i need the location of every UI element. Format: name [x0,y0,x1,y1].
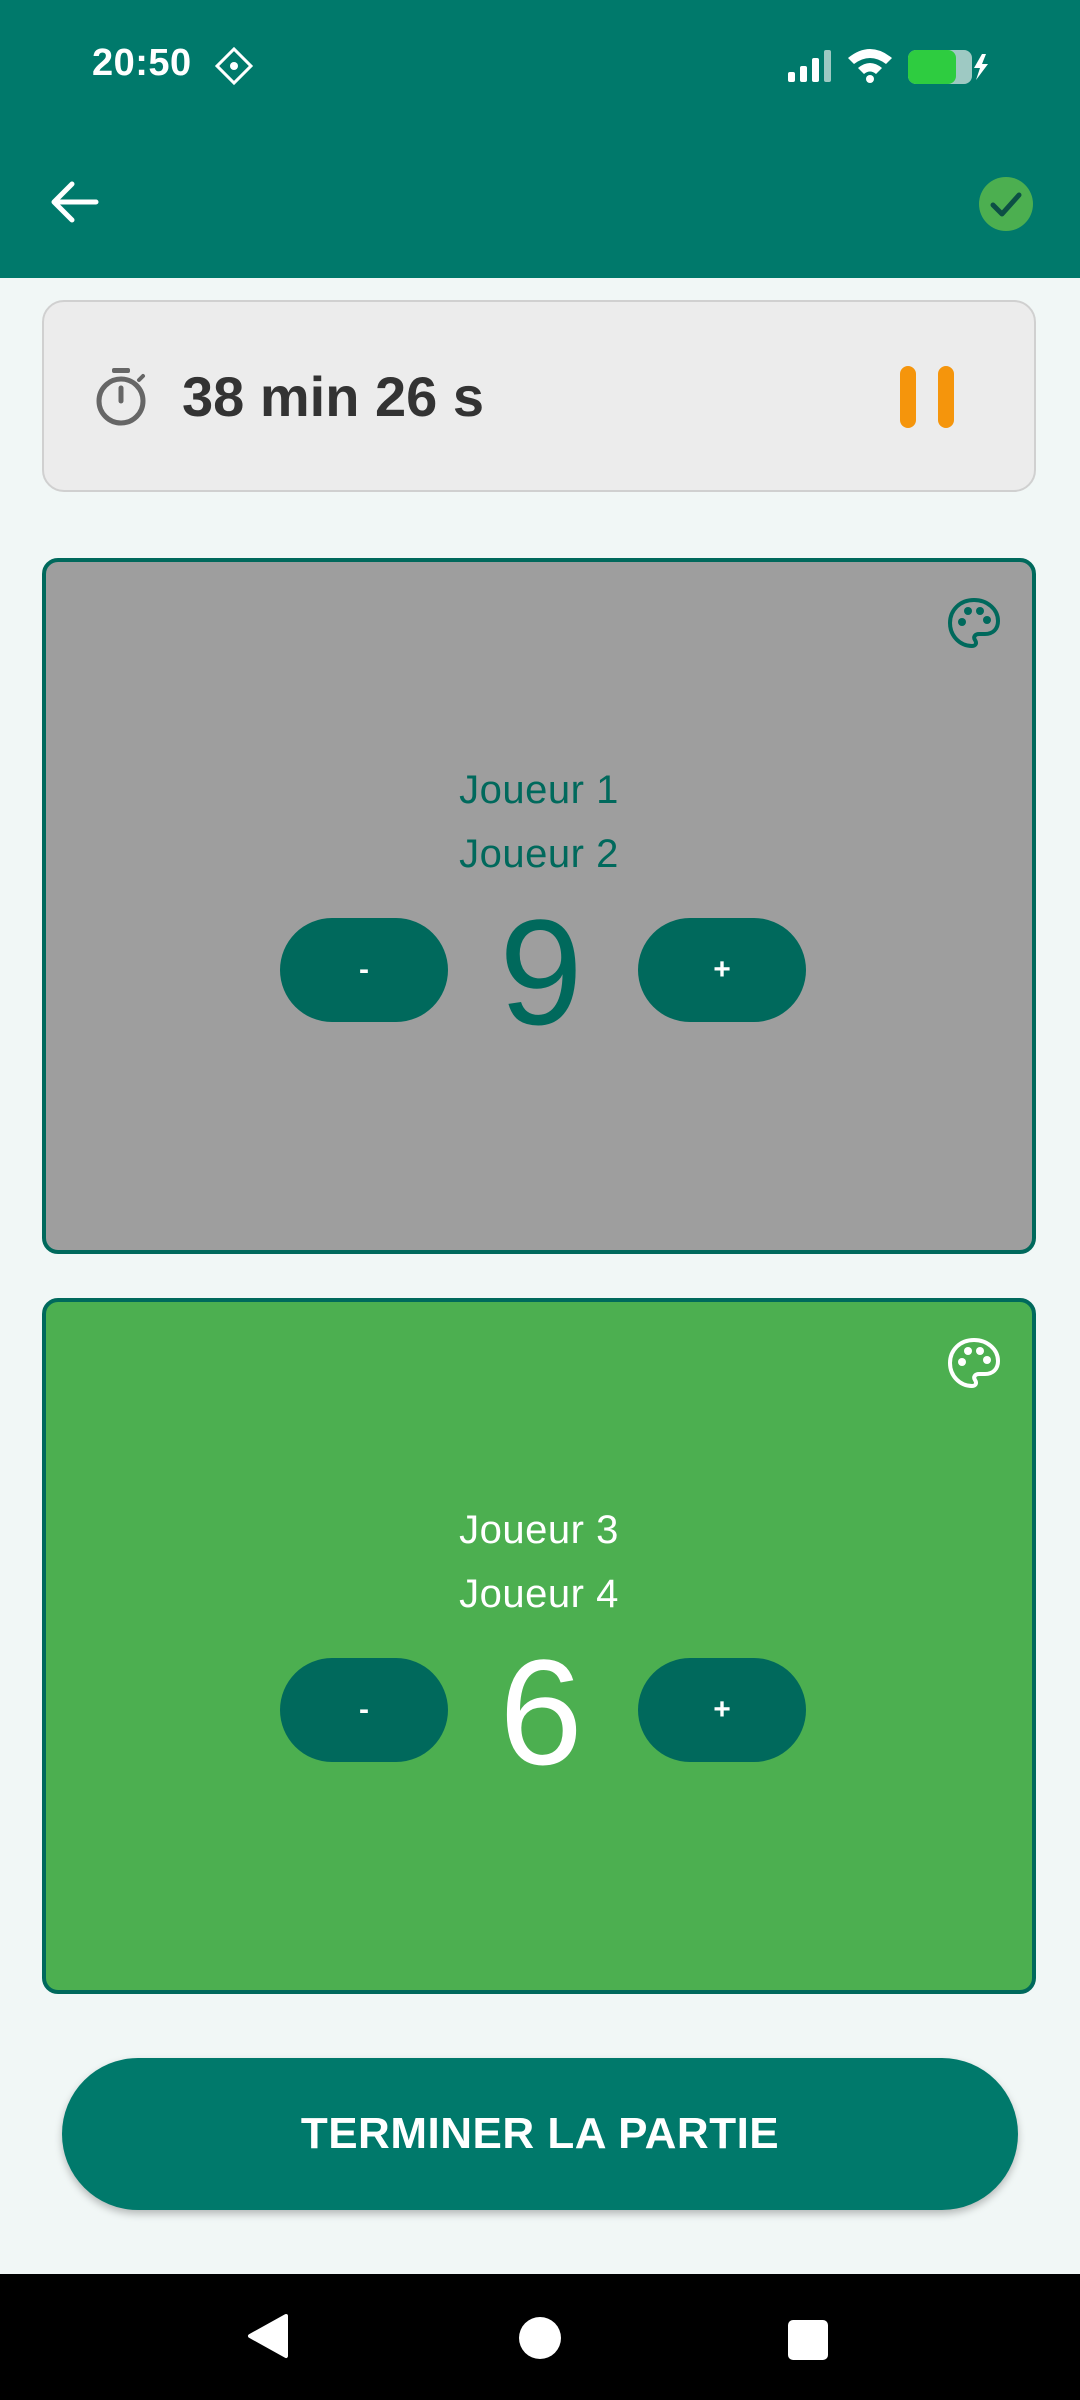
team-1-plus-button[interactable]: + [638,918,806,1022]
system-nav-bar [0,2274,1080,2400]
nav-recents-icon[interactable] [788,2320,828,2360]
timer-elapsed: 38 min 26 s [182,365,484,428]
team-2-player-2: Joueur 4 [459,1572,619,1616]
arrow-back-icon[interactable] [42,170,106,234]
pause-icon-bar [938,366,954,428]
timer-card: 38 min 26 s [42,300,1036,492]
wifi-icon [848,49,892,83]
team-card-1: Joueur 1 Joueur 2 - 9 + [42,558,1036,1254]
team-card-2: Joueur 3 Joueur 4 - 6 + [42,1298,1036,1994]
gps-icon [214,46,254,86]
pause-icon [900,366,916,428]
nav-home-icon[interactable] [518,2316,562,2360]
team-2-player-1: Joueur 3 [459,1508,619,1552]
nav-back-icon[interactable] [246,2312,290,2360]
status-bar: 20:50 [0,0,1080,128]
team-2-plus-button[interactable]: + [638,1658,806,1762]
check-circle-icon[interactable] [978,176,1034,232]
stopwatch-icon [96,368,146,426]
team-2-score: 6 [499,1628,583,1796]
app-bar [0,128,1080,278]
pause-button[interactable] [892,362,962,434]
team-1-player-2: Joueur 2 [459,832,619,876]
team-1-minus-button[interactable]: - [280,918,448,1022]
palette-icon[interactable] [946,1336,1002,1392]
finish-game-button[interactable]: TERMINER LA PARTIE [62,2058,1018,2210]
signal-icon [788,50,831,82]
team-1-score: 9 [499,888,583,1056]
status-time: 20:50 [92,42,192,84]
team-2-minus-button[interactable]: - [280,1658,448,1762]
team-1-player-1: Joueur 1 [459,768,619,812]
battery-charging-icon [908,50,988,84]
palette-icon[interactable] [946,596,1002,652]
